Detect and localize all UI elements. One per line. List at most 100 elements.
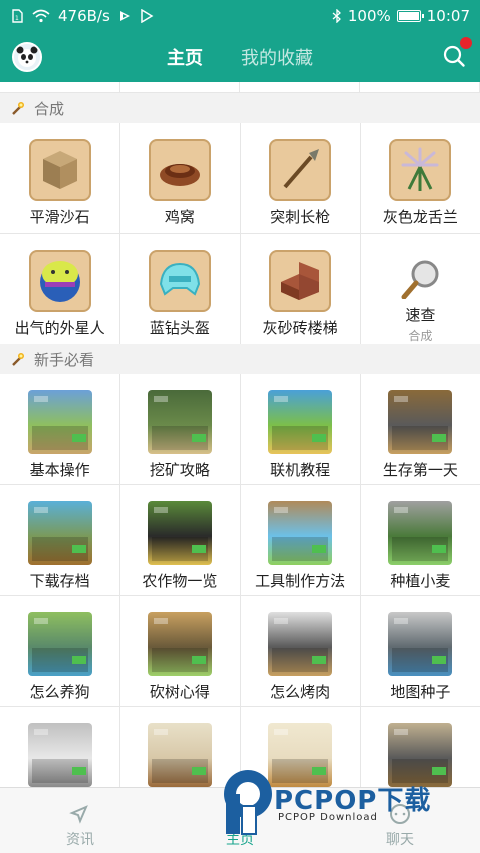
grid-item-quick-lookup[interactable]: 速查 合成: [360, 234, 480, 344]
guide-item[interactable]: 挖矿攻略: [120, 374, 240, 484]
section-title: 新手必看: [34, 350, 95, 369]
guide-item[interactable]: 种植小麦: [360, 485, 480, 595]
guide-thumbnail-image: [27, 390, 92, 454]
home-icon: [231, 807, 249, 823]
nest-icon: [148, 139, 211, 201]
guide-item-label: 种植小麦: [390, 572, 451, 590]
grid-item-label: 速查: [405, 306, 436, 324]
nav-home[interactable]: 主页: [160, 788, 320, 853]
bluetooth-icon: [332, 9, 341, 23]
nav-label: 资讯: [66, 832, 94, 848]
main-content: 合成 平滑沙石 鸡窝 突刺长枪 灰色龙舌兰 出气的外星人 蓝钻头盔 灰砂砖楼梯 …: [0, 82, 480, 788]
guide-item[interactable]: 生存第一天: [360, 374, 480, 484]
grid-item-gray-agave[interactable]: 灰色龙舌兰: [360, 123, 480, 233]
guide-item[interactable]: 地图种子: [360, 596, 480, 706]
alien-icon: [28, 250, 91, 312]
sim-card-icon: 1: [12, 9, 23, 23]
section-title: 合成: [34, 99, 65, 118]
guide-item[interactable]: 农作物一览: [120, 485, 240, 595]
brick-stairs-icon: [269, 250, 332, 312]
nav-label: 主页: [226, 832, 254, 848]
guide-item-label: 工具制作方法: [255, 572, 346, 590]
play-store-icon: [141, 9, 154, 23]
status-bar: 1 476B/s 100% 10:07: [0, 0, 480, 32]
beginner-guide-grid: 基本操作 挖矿攻略 联机教程 生存第一天下载存档 农作物一览 工具制作方法 种植小麦怎么养狗…: [0, 374, 480, 788]
sandstone-block-icon: [28, 139, 91, 201]
guide-item-label: 基本操作: [29, 461, 90, 479]
grid-item-label: 突刺长枪: [270, 208, 331, 226]
guide-thumbnail-image: [147, 723, 212, 787]
guide-item[interactable]: 联机教程: [240, 374, 360, 484]
section-header-beginner: 新手必看: [0, 344, 480, 374]
guide-item-label: 生存第一天: [382, 461, 458, 479]
grid-item-sublabel: 合成: [408, 329, 433, 343]
grid-item-label: 鸡窝: [164, 208, 195, 226]
network-speed: 476B/s: [58, 7, 110, 25]
guide-thumbnail-image: [147, 501, 212, 565]
guide-thumbnail-image: [388, 501, 453, 565]
guide-item[interactable]: 怎么烤肉: [240, 596, 360, 706]
grid-item-label: 出气的外星人: [14, 319, 105, 337]
previous-row-edge: [0, 82, 480, 93]
wifi-icon: [32, 9, 50, 23]
svg-text:1: 1: [15, 15, 19, 22]
helmet-icon: [148, 250, 211, 312]
torch-icon: [12, 102, 24, 115]
guide-thumbnail-image: [388, 612, 453, 676]
section-header-synthesis: 合成: [0, 93, 480, 123]
guide-thumbnail-image: [27, 501, 92, 565]
bottom-navigation: 资讯 主页 聊天: [0, 787, 480, 853]
torch-icon: [12, 353, 24, 366]
guide-item[interactable]: 工具制作方法: [240, 485, 360, 595]
guide-item[interactable]: [240, 707, 360, 788]
guide-item-label: 怎么烤肉: [270, 683, 331, 701]
guide-thumbnail-image: [268, 612, 333, 676]
guide-item-label: 砍树心得: [149, 683, 210, 701]
guide-item-label: 农作物一览: [142, 572, 218, 590]
chat-icon: [390, 804, 410, 824]
guide-thumbnail-image: [268, 501, 333, 565]
guide-item[interactable]: [0, 707, 120, 788]
guide-item-label: 挖矿攻略: [149, 461, 210, 479]
guide-item[interactable]: [360, 707, 480, 788]
guide-item-label: 地图种子: [390, 683, 451, 701]
grid-item-label: 灰色龙舌兰: [382, 208, 458, 226]
clock: 10:07: [426, 7, 470, 25]
nav-chat[interactable]: 聊天: [320, 788, 480, 853]
battery-percent: 100%: [347, 7, 391, 25]
grid-item-blue-diamond-helmet[interactable]: 蓝钻头盔: [120, 234, 240, 344]
grid-item-alien[interactable]: 出气的外星人: [0, 234, 120, 344]
guide-item[interactable]: 基本操作: [0, 374, 120, 484]
tab-home[interactable]: 主页: [167, 44, 203, 70]
guide-thumbnail-image: [388, 723, 453, 787]
nav-news[interactable]: 资讯: [0, 788, 160, 853]
grid-item-label: 灰砂砖楼梯: [262, 319, 338, 337]
synthesis-grid: 平滑沙石 鸡窝 突刺长枪 灰色龙舌兰 出气的外星人 蓝钻头盔 灰砂砖楼梯 速查 …: [0, 123, 480, 344]
guide-thumbnail-image: [27, 723, 92, 787]
guide-item-label: 下载存档: [29, 572, 90, 590]
battery-icon: [396, 10, 424, 22]
grid-item-spear[interactable]: 突刺长枪: [240, 123, 360, 233]
guide-item[interactable]: 下载存档: [0, 485, 120, 595]
notification-badge: [460, 37, 472, 49]
guide-item[interactable]: 砍树心得: [120, 596, 240, 706]
guide-item[interactable]: 怎么养狗: [0, 596, 120, 706]
app-notification-icon: [119, 11, 130, 21]
grid-item-smooth-sandstone[interactable]: 平滑沙石: [0, 123, 120, 233]
tab-favorites[interactable]: 我的收藏: [241, 44, 313, 70]
grid-item-label: 蓝钻头盔: [149, 319, 210, 337]
grid-item-chicken-nest[interactable]: 鸡窝: [120, 123, 240, 233]
guide-item[interactable]: [120, 707, 240, 788]
grid-item-label: 平滑沙石: [29, 208, 90, 226]
grid-item-brick-stairs[interactable]: 灰砂砖楼梯: [240, 234, 360, 344]
guide-thumbnail-image: [268, 723, 333, 787]
guide-thumbnail-image: [147, 612, 212, 676]
nav-label: 聊天: [386, 832, 414, 848]
guide-thumbnail-image: [268, 390, 333, 454]
guide-item-label: 怎么养狗: [29, 683, 90, 701]
spear-icon: [269, 139, 332, 201]
guide-thumbnail-image: [27, 612, 92, 676]
guide-thumbnail-image: [147, 390, 212, 454]
compass-icon: [69, 805, 88, 824]
magnifier-icon: [389, 250, 452, 299]
